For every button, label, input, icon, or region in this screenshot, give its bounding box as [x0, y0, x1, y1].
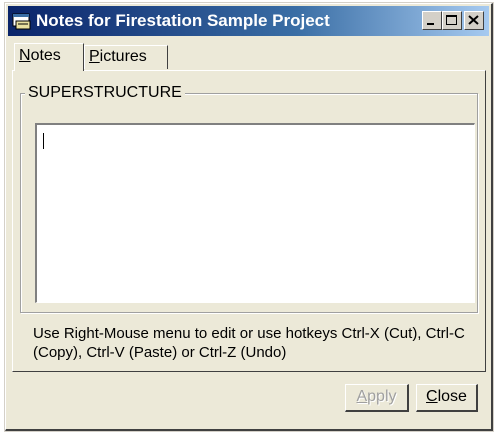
maximize-button[interactable] — [442, 11, 462, 30]
tab-notes-mnemonic: N — [19, 47, 31, 64]
apply-label: pply — [367, 388, 397, 405]
close-button[interactable]: Close — [416, 384, 478, 412]
hotkey-hint: Use Right-Mouse menu to edit or use hotk… — [33, 325, 465, 361]
close-mnemonic: C — [426, 388, 438, 405]
text-caret — [43, 133, 44, 149]
maximize-icon — [446, 15, 457, 25]
group-label: SUPERSTRUCTURE — [25, 84, 185, 102]
button-bar: Apply Close — [12, 374, 486, 424]
tab-notes-label: otes — [30, 47, 61, 64]
title-bar[interactable]: Notes for Firestation Sample Project — [8, 6, 489, 36]
app-icon — [12, 12, 32, 30]
notes-window: Notes for Firestation Sample Project Not… — [4, 2, 494, 432]
tab-notes[interactable]: Notes — [14, 43, 84, 71]
minimize-icon — [427, 23, 434, 25]
close-label: lose — [437, 388, 467, 405]
tab-pictures-label: ictures — [99, 48, 147, 65]
apply-mnemonic: A — [356, 388, 368, 405]
close-icon — [468, 15, 479, 25]
minimize-button[interactable] — [422, 11, 442, 30]
tab-pictures-mnemonic: P — [89, 48, 100, 65]
apply-button[interactable]: Apply — [345, 384, 409, 412]
notes-tab-panel: SUPERSTRUCTURE Use Right-Mouse menu to e… — [12, 70, 486, 372]
notes-editor[interactable] — [35, 123, 475, 303]
close-window-button[interactable] — [464, 11, 484, 30]
window-title: Notes for Firestation Sample Project — [36, 11, 330, 30]
tab-pictures[interactable]: Pictures — [84, 45, 168, 69]
